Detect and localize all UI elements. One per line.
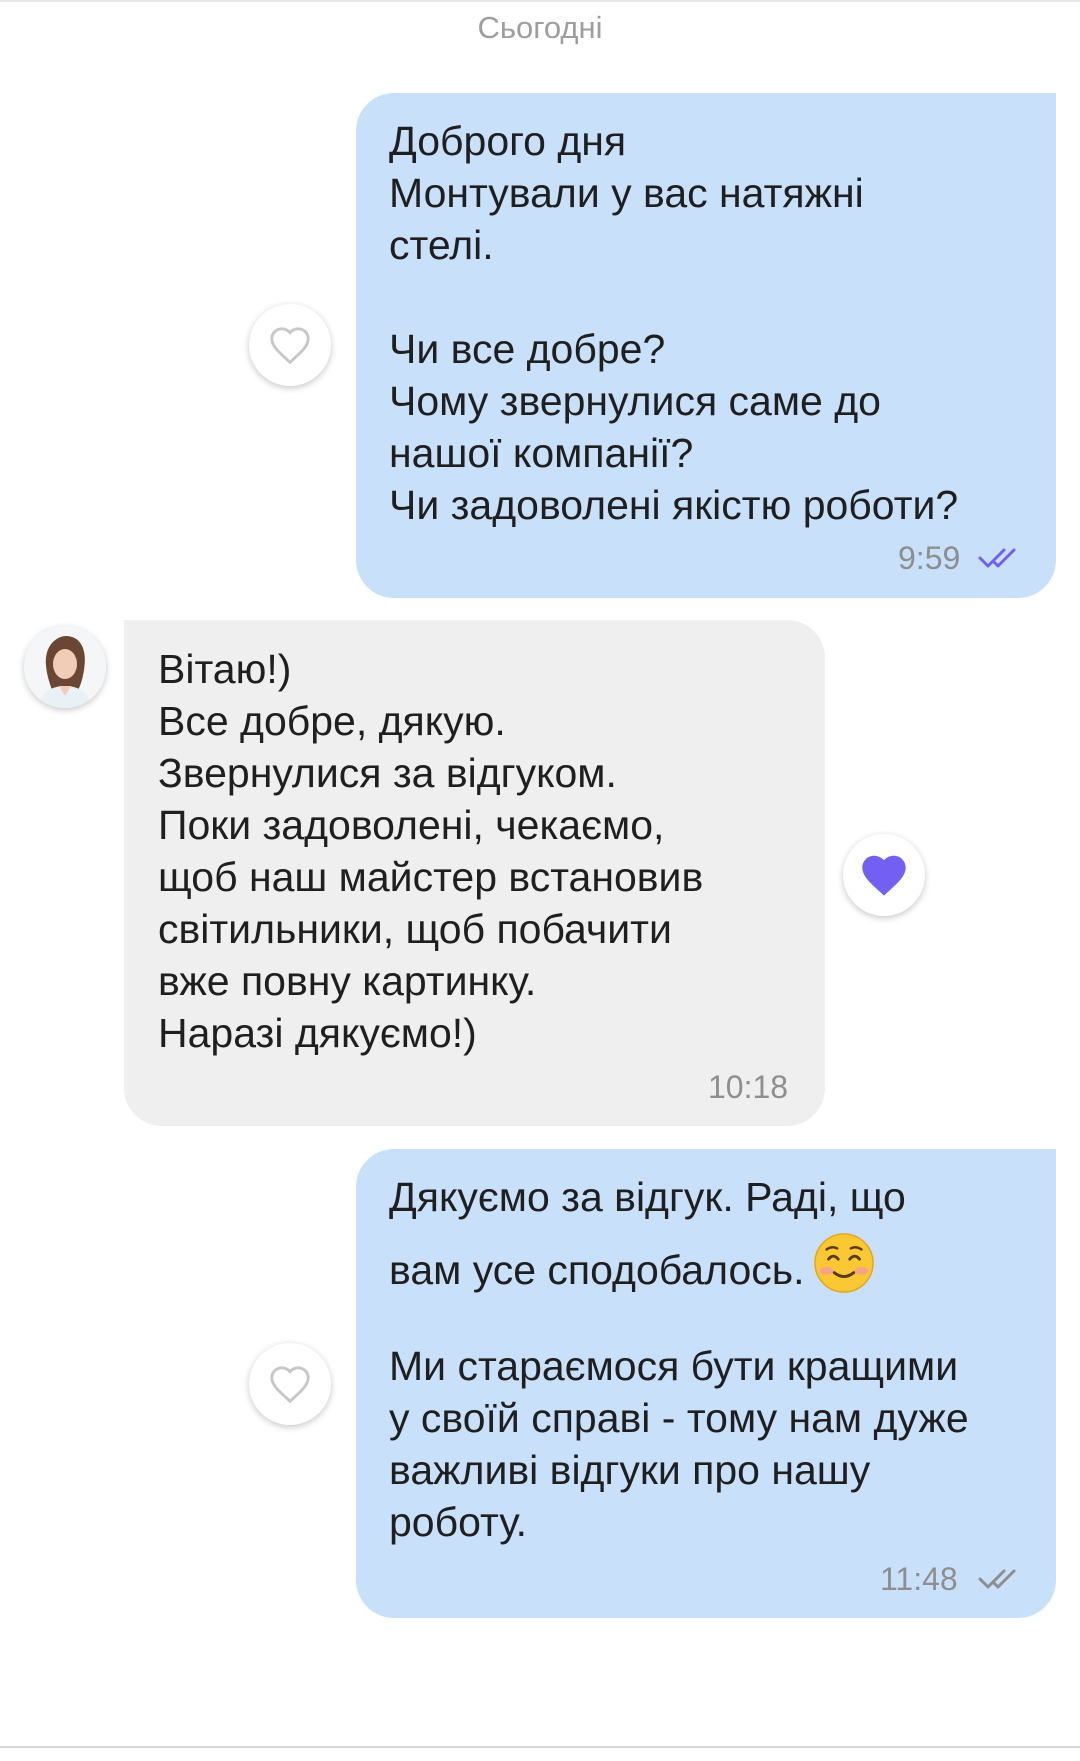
message-text: Вітаю!) Все добре, дякую. Звернулися за … [158,646,704,1056]
message-text-first-line: Дякуємо за відгук. Раді, що [389,1174,906,1220]
heart-filled-icon [862,855,906,896]
heart-outline-icon [270,1366,310,1404]
message-text: Доброго дня Монтували у вас натяжні стел… [389,118,959,528]
like-button[interactable] [249,304,331,386]
top-divider [0,0,1080,2]
message-time: 11:48 [880,1561,958,1597]
like-button-active[interactable] [843,834,925,916]
message-text: Ми стараємося бути кращими у своїй справ… [389,1343,969,1545]
contact-avatar[interactable] [24,626,106,708]
bottom-divider [0,1746,1080,1748]
smiling-face-icon [813,1233,874,1293]
avatar-photo [24,626,106,708]
heart-outline-icon [270,327,310,365]
like-button[interactable] [249,1343,331,1425]
message-text-second-line: вам усе сподобалось. [389,1247,805,1293]
double-check-read-icon [978,548,1016,568]
double-check-delivered-icon [978,1569,1016,1589]
message-text-second-line-row: вам усе сподобалось. [389,1232,875,1296]
date-separator: Сьогодні [477,10,603,45]
message-time: 9:59 [898,540,961,576]
message-time: 10:18 [708,1069,789,1105]
